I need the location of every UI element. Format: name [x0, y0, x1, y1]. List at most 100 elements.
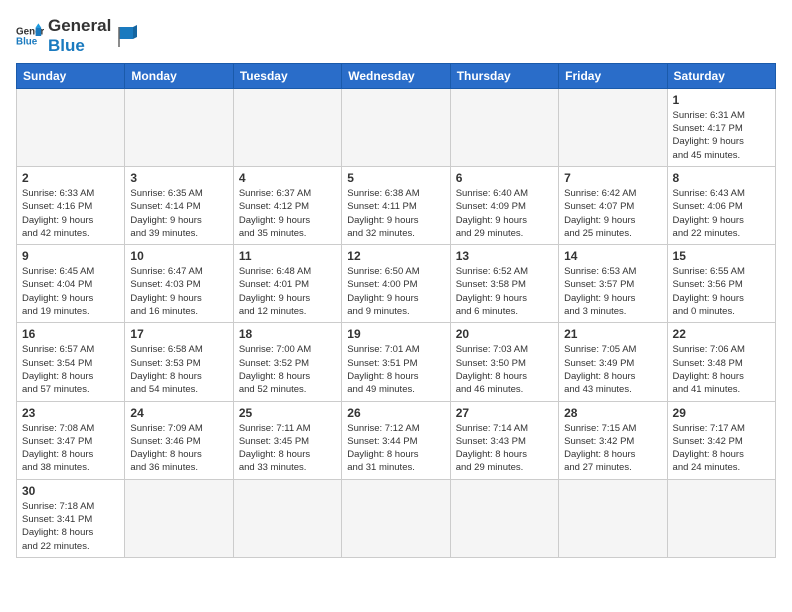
weekday-header-sunday: Sunday — [17, 63, 125, 88]
logo-icon: General Blue — [16, 22, 44, 50]
day-number: 9 — [22, 249, 119, 263]
day-info: Sunrise: 7:05 AM Sunset: 3:49 PM Dayligh… — [564, 343, 661, 396]
day-number: 13 — [456, 249, 553, 263]
day-info: Sunrise: 6:53 AM Sunset: 3:57 PM Dayligh… — [564, 265, 661, 318]
weekday-header-tuesday: Tuesday — [233, 63, 341, 88]
day-number: 16 — [22, 327, 119, 341]
day-number: 19 — [347, 327, 444, 341]
day-number: 10 — [130, 249, 227, 263]
calendar-cell: 14 Sunrise: 6:53 AM Sunset: 3:57 PM Dayli… — [559, 245, 667, 323]
day-number: 14 — [564, 249, 661, 263]
weekday-header-thursday: Thursday — [450, 63, 558, 88]
day-number: 15 — [673, 249, 770, 263]
day-number: 6 — [456, 171, 553, 185]
weekday-header-saturday: Saturday — [667, 63, 775, 88]
calendar-cell: 11 Sunrise: 6:48 AM Sunset: 4:01 PM Dayli… — [233, 245, 341, 323]
day-info: Sunrise: 7:09 AM Sunset: 3:46 PM Dayligh… — [130, 422, 227, 475]
day-number: 24 — [130, 406, 227, 420]
calendar-cell — [342, 88, 450, 166]
calendar-week-2: 2 Sunrise: 6:33 AM Sunset: 4:16 PM Daylig… — [17, 166, 776, 244]
day-number: 11 — [239, 249, 336, 263]
day-number: 27 — [456, 406, 553, 420]
calendar-cell: 17Sunrise: 6:58 AM Sunset: 3:53 PM Dayli… — [125, 323, 233, 401]
calendar-cell — [233, 88, 341, 166]
weekday-header-friday: Friday — [559, 63, 667, 88]
day-info: Sunrise: 7:06 AM Sunset: 3:48 PM Dayligh… — [673, 343, 770, 396]
day-info: Sunrise: 6:33 AM Sunset: 4:16 PM Dayligh… — [22, 187, 119, 240]
svg-text:Blue: Blue — [16, 37, 38, 48]
day-info: Sunrise: 6:55 AM Sunset: 3:56 PM Dayligh… — [673, 265, 770, 318]
day-info: Sunrise: 6:43 AM Sunset: 4:06 PM Dayligh… — [673, 187, 770, 240]
calendar-cell: 7Sunrise: 6:42 AM Sunset: 4:07 PM Daylig… — [559, 166, 667, 244]
calendar-cell: 21 Sunrise: 7:05 AM Sunset: 3:49 PM Dayli… — [559, 323, 667, 401]
day-number: 25 — [239, 406, 336, 420]
calendar-week-1: 1 Sunrise: 6:31 AM Sunset: 4:17 PM Daylig… — [17, 88, 776, 166]
calendar-week-3: 9 Sunrise: 6:45 AM Sunset: 4:04 PM Daylig… — [17, 245, 776, 323]
day-info: Sunrise: 6:45 AM Sunset: 4:04 PM Dayligh… — [22, 265, 119, 318]
calendar-week-6: 30Sunrise: 7:18 AM Sunset: 3:41 PM Dayli… — [17, 479, 776, 557]
calendar-cell: 29 Sunrise: 7:17 AM Sunset: 3:42 PM Dayli… — [667, 401, 775, 479]
day-number: 26 — [347, 406, 444, 420]
calendar-cell: 23Sunrise: 7:08 AM Sunset: 3:47 PM Dayli… — [17, 401, 125, 479]
day-info: Sunrise: 6:38 AM Sunset: 4:11 PM Dayligh… — [347, 187, 444, 240]
calendar-cell — [125, 479, 233, 557]
day-number: 4 — [239, 171, 336, 185]
calendar-cell: 15 Sunrise: 6:55 AM Sunset: 3:56 PM Dayli… — [667, 245, 775, 323]
calendar-cell: 30Sunrise: 7:18 AM Sunset: 3:41 PM Dayli… — [17, 479, 125, 557]
calendar-cell: 22 Sunrise: 7:06 AM Sunset: 3:48 PM Dayli… — [667, 323, 775, 401]
day-info: Sunrise: 6:52 AM Sunset: 3:58 PM Dayligh… — [456, 265, 553, 318]
calendar-cell: 27 Sunrise: 7:14 AM Sunset: 3:43 PM Dayli… — [450, 401, 558, 479]
logo-general: General — [48, 16, 111, 36]
day-number: 29 — [673, 406, 770, 420]
calendar-cell: 18Sunrise: 7:00 AM Sunset: 3:52 PM Dayli… — [233, 323, 341, 401]
calendar-cell: 13 Sunrise: 6:52 AM Sunset: 3:58 PM Dayli… — [450, 245, 558, 323]
day-number: 28 — [564, 406, 661, 420]
logo: General Blue General Blue — [16, 16, 137, 57]
day-info: Sunrise: 6:31 AM Sunset: 4:17 PM Dayligh… — [673, 109, 770, 162]
day-info: Sunrise: 6:58 AM Sunset: 3:53 PM Dayligh… — [130, 343, 227, 396]
day-info: Sunrise: 6:48 AM Sunset: 4:01 PM Dayligh… — [239, 265, 336, 318]
day-info: Sunrise: 7:14 AM Sunset: 3:43 PM Dayligh… — [456, 422, 553, 475]
day-number: 5 — [347, 171, 444, 185]
day-number: 20 — [456, 327, 553, 341]
day-info: Sunrise: 7:03 AM Sunset: 3:50 PM Dayligh… — [456, 343, 553, 396]
day-info: Sunrise: 6:50 AM Sunset: 4:00 PM Dayligh… — [347, 265, 444, 318]
calendar-cell — [450, 479, 558, 557]
day-number: 12 — [347, 249, 444, 263]
calendar-cell: 10 Sunrise: 6:47 AM Sunset: 4:03 PM Dayli… — [125, 245, 233, 323]
day-info: Sunrise: 7:18 AM Sunset: 3:41 PM Dayligh… — [22, 500, 119, 553]
calendar-cell — [233, 479, 341, 557]
calendar-cell — [559, 479, 667, 557]
day-info: Sunrise: 6:40 AM Sunset: 4:09 PM Dayligh… — [456, 187, 553, 240]
day-number: 21 — [564, 327, 661, 341]
calendar-cell: 1 Sunrise: 6:31 AM Sunset: 4:17 PM Daylig… — [667, 88, 775, 166]
logo-flag-icon — [115, 25, 137, 47]
day-number: 18 — [239, 327, 336, 341]
calendar-cell: 28Sunrise: 7:15 AM Sunset: 3:42 PM Dayli… — [559, 401, 667, 479]
day-info: Sunrise: 6:47 AM Sunset: 4:03 PM Dayligh… — [130, 265, 227, 318]
calendar-cell — [125, 88, 233, 166]
day-info: Sunrise: 7:17 AM Sunset: 3:42 PM Dayligh… — [673, 422, 770, 475]
day-info: Sunrise: 6:57 AM Sunset: 3:54 PM Dayligh… — [22, 343, 119, 396]
calendar-cell: 2 Sunrise: 6:33 AM Sunset: 4:16 PM Daylig… — [17, 166, 125, 244]
day-info: Sunrise: 7:11 AM Sunset: 3:45 PM Dayligh… — [239, 422, 336, 475]
day-number: 3 — [130, 171, 227, 185]
calendar-cell: 20 Sunrise: 7:03 AM Sunset: 3:50 PM Dayli… — [450, 323, 558, 401]
calendar-week-5: 23Sunrise: 7:08 AM Sunset: 3:47 PM Dayli… — [17, 401, 776, 479]
calendar-cell: 25 Sunrise: 7:11 AM Sunset: 3:45 PM Dayli… — [233, 401, 341, 479]
day-number: 2 — [22, 171, 119, 185]
day-number: 1 — [673, 93, 770, 107]
weekday-header-row: SundayMondayTuesdayWednesdayThursdayFrid… — [17, 63, 776, 88]
calendar-cell: 9 Sunrise: 6:45 AM Sunset: 4:04 PM Daylig… — [17, 245, 125, 323]
calendar-cell: 19Sunrise: 7:01 AM Sunset: 3:51 PM Dayli… — [342, 323, 450, 401]
page-header: General Blue General Blue — [16, 16, 776, 57]
day-number: 22 — [673, 327, 770, 341]
calendar-cell: 26Sunrise: 7:12 AM Sunset: 3:44 PM Dayli… — [342, 401, 450, 479]
day-number: 8 — [673, 171, 770, 185]
calendar-cell: 6 Sunrise: 6:40 AM Sunset: 4:09 PM Daylig… — [450, 166, 558, 244]
logo-blue: Blue — [48, 36, 111, 56]
day-info: Sunrise: 7:08 AM Sunset: 3:47 PM Dayligh… — [22, 422, 119, 475]
calendar-cell — [342, 479, 450, 557]
calendar-cell: 3Sunrise: 6:35 AM Sunset: 4:14 PM Daylig… — [125, 166, 233, 244]
weekday-header-wednesday: Wednesday — [342, 63, 450, 88]
